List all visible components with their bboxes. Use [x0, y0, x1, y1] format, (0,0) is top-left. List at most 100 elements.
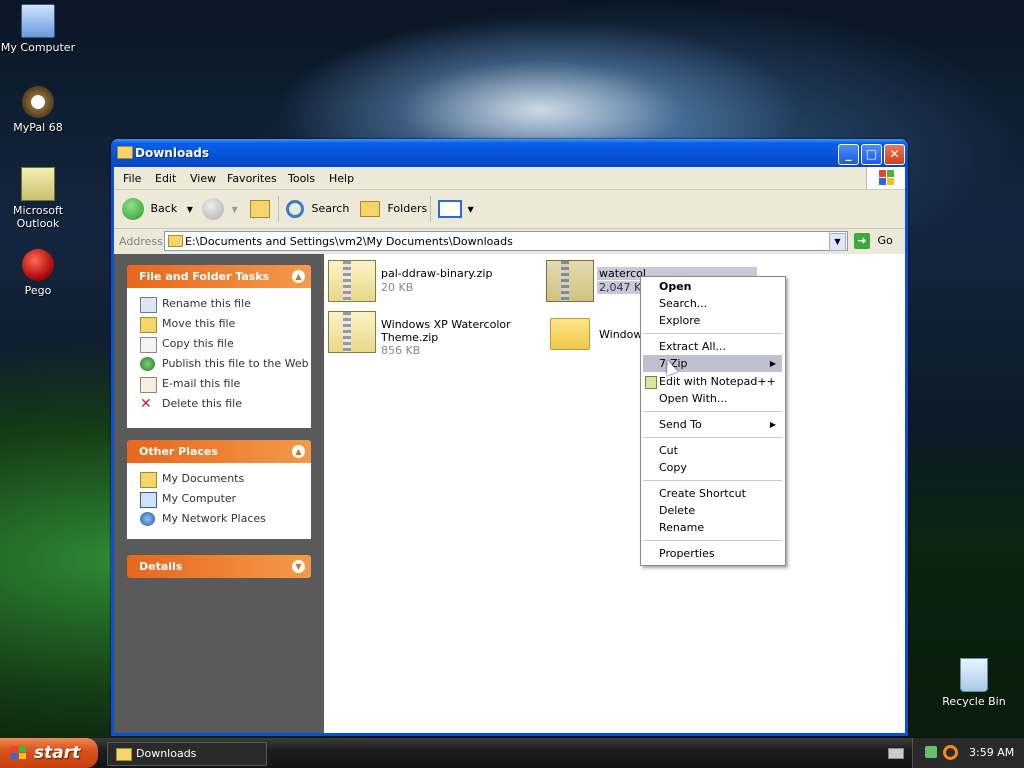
- task-rename[interactable]: Rename this file: [127, 294, 311, 314]
- title-bar[interactable]: Downloads _ □ ✕: [111, 139, 908, 167]
- maximize-button[interactable]: □: [861, 144, 882, 165]
- desktop-icon-label: My Computer: [0, 41, 76, 54]
- menu-item-extract-all[interactable]: Extract All...: [643, 338, 782, 355]
- file-folder-tasks-panel: File and Folder Tasks ▲ Rename this file…: [127, 265, 311, 428]
- computer-icon: [140, 492, 157, 508]
- menu-item-explore[interactable]: Explore: [643, 312, 782, 329]
- place-label: My Documents: [162, 472, 245, 485]
- views-button[interactable]: ▼: [438, 198, 474, 220]
- menu-item-delete[interactable]: Delete: [643, 502, 782, 519]
- menu-tools[interactable]: Tools: [288, 172, 315, 185]
- window-title: Downloads: [135, 146, 210, 160]
- menu-item-create-shortcut[interactable]: Create Shortcut: [643, 485, 782, 502]
- folders-label: Folders: [387, 202, 428, 215]
- folders-button[interactable]: Folders: [360, 198, 427, 220]
- menu-item-open[interactable]: Open: [643, 278, 782, 295]
- menu-separator: [643, 333, 782, 334]
- collapse-icon[interactable]: ▲: [292, 270, 305, 283]
- folder-item[interactable]: Windows: [550, 318, 650, 358]
- place-network[interactable]: My Network Places: [127, 509, 311, 529]
- computer-icon: [21, 4, 55, 38]
- chevron-down-icon: ▼: [467, 205, 474, 214]
- folder-icon: [117, 146, 133, 159]
- desktop-icon-outlook[interactable]: Microsoft Outlook: [0, 167, 81, 230]
- desktop-icon-recycle-bin[interactable]: Recycle Bin: [931, 658, 1017, 708]
- chevron-down-icon: ▼: [186, 205, 193, 214]
- delete-x-icon: ✕: [140, 396, 152, 412]
- panel-header[interactable]: Other Places ▲: [127, 440, 311, 463]
- task-delete[interactable]: ✕ Delete this file: [127, 394, 311, 414]
- desktop-icon-mypal[interactable]: MyPal 68: [0, 86, 81, 134]
- up-button[interactable]: [250, 198, 270, 220]
- menu-item-cut[interactable]: Cut: [643, 442, 782, 459]
- menu-bar: File Edit View Favorites Tools Help: [114, 167, 905, 190]
- explorer-window: Downloads _ □ ✕ File Edit View Favorites…: [111, 139, 908, 736]
- menu-item-label: Edit with Notepad++: [659, 375, 776, 388]
- task-copy[interactable]: Copy this file: [127, 334, 311, 354]
- menu-item-send-to[interactable]: Send To ▶: [643, 416, 782, 433]
- place-my-computer[interactable]: My Computer: [127, 489, 311, 509]
- outlook-icon: [21, 167, 55, 201]
- menu-item-label: Delete: [659, 504, 696, 517]
- toolbar-separator: [430, 196, 431, 222]
- panel-header[interactable]: Details ▼: [127, 555, 311, 578]
- submenu-arrow-icon: ▶: [769, 420, 776, 429]
- file-name: Windows XP Watercolor: [381, 318, 511, 331]
- menu-item-copy[interactable]: Copy: [643, 459, 782, 476]
- task-publish[interactable]: Publish this file to the Web: [127, 354, 311, 374]
- collapse-icon[interactable]: ▲: [292, 445, 305, 458]
- desktop-icon-pego[interactable]: Pego: [0, 249, 81, 297]
- zip-file-icon: [546, 260, 594, 302]
- panel-header[interactable]: File and Folder Tasks ▲: [127, 265, 311, 288]
- search-tray-icon[interactable]: [943, 745, 958, 760]
- file-item[interactable]: pal-ddraw-binary.zip 20 KB: [328, 260, 528, 304]
- task-label: Copy this file: [162, 337, 234, 350]
- menu-help[interactable]: Help: [329, 172, 354, 185]
- menu-item-label: Cut: [659, 444, 678, 457]
- go-label: Go: [877, 234, 893, 247]
- chevron-down-icon: ▼: [231, 205, 238, 214]
- menu-item-search[interactable]: Search...: [643, 295, 782, 312]
- back-button[interactable]: Back ▼: [122, 198, 193, 220]
- start-button[interactable]: start: [0, 738, 98, 768]
- place-my-documents[interactable]: My Documents: [127, 469, 311, 489]
- file-item[interactable]: Windows XP Watercolor Theme.zip 856 KB: [328, 311, 528, 357]
- file-size: 856 KB: [381, 344, 421, 357]
- close-button[interactable]: ✕: [884, 144, 905, 165]
- menu-item-edit-notepadpp[interactable]: Edit with Notepad++: [643, 373, 782, 390]
- menu-item-label: Rename: [659, 521, 705, 534]
- pego-icon: [22, 249, 54, 281]
- keyboard-icon[interactable]: [888, 748, 904, 759]
- search-label: Search: [311, 202, 350, 215]
- menu-edit[interactable]: Edit: [155, 172, 176, 185]
- desktop-icon-my-computer[interactable]: My Computer: [0, 4, 81, 54]
- search-button[interactable]: Search: [286, 198, 349, 220]
- menu-item-properties[interactable]: Properties: [643, 545, 782, 562]
- menu-favorites[interactable]: Favorites: [227, 172, 277, 185]
- context-menu: Open Search... Explore Extract All... 7-…: [640, 276, 786, 566]
- views-icon: [438, 200, 462, 218]
- menu-separator: [643, 480, 782, 481]
- address-input[interactable]: E:\Documents and Settings\vm2\My Documen…: [164, 231, 848, 251]
- menu-view[interactable]: View: [190, 172, 216, 185]
- menu-item-rename[interactable]: Rename: [643, 519, 782, 536]
- task-email[interactable]: E-mail this file: [127, 374, 311, 394]
- menu-file[interactable]: File: [123, 172, 141, 185]
- task-move[interactable]: Move this file: [127, 314, 311, 334]
- address-dropdown-button[interactable]: ▼: [829, 233, 846, 251]
- go-button[interactable]: ➜ Go: [854, 232, 893, 250]
- menu-item-open-with[interactable]: Open With...: [643, 390, 782, 407]
- expand-icon[interactable]: ▼: [292, 560, 305, 573]
- minimize-button[interactable]: _: [838, 144, 859, 165]
- menu-separator: [643, 437, 782, 438]
- start-label: start: [34, 743, 81, 763]
- desktop-icon-label: Pego: [24, 284, 52, 297]
- folders-icon: [360, 201, 380, 217]
- taskbar-button-downloads[interactable]: Downloads: [107, 742, 267, 766]
- forward-button[interactable]: ▼: [202, 198, 238, 220]
- menu-item-label: Search...: [659, 297, 708, 310]
- folder-icon: [168, 235, 183, 247]
- network-tray-icon[interactable]: [925, 746, 937, 758]
- address-label: Address: [119, 235, 163, 248]
- desktop-icon-label: MyPal 68: [13, 121, 63, 134]
